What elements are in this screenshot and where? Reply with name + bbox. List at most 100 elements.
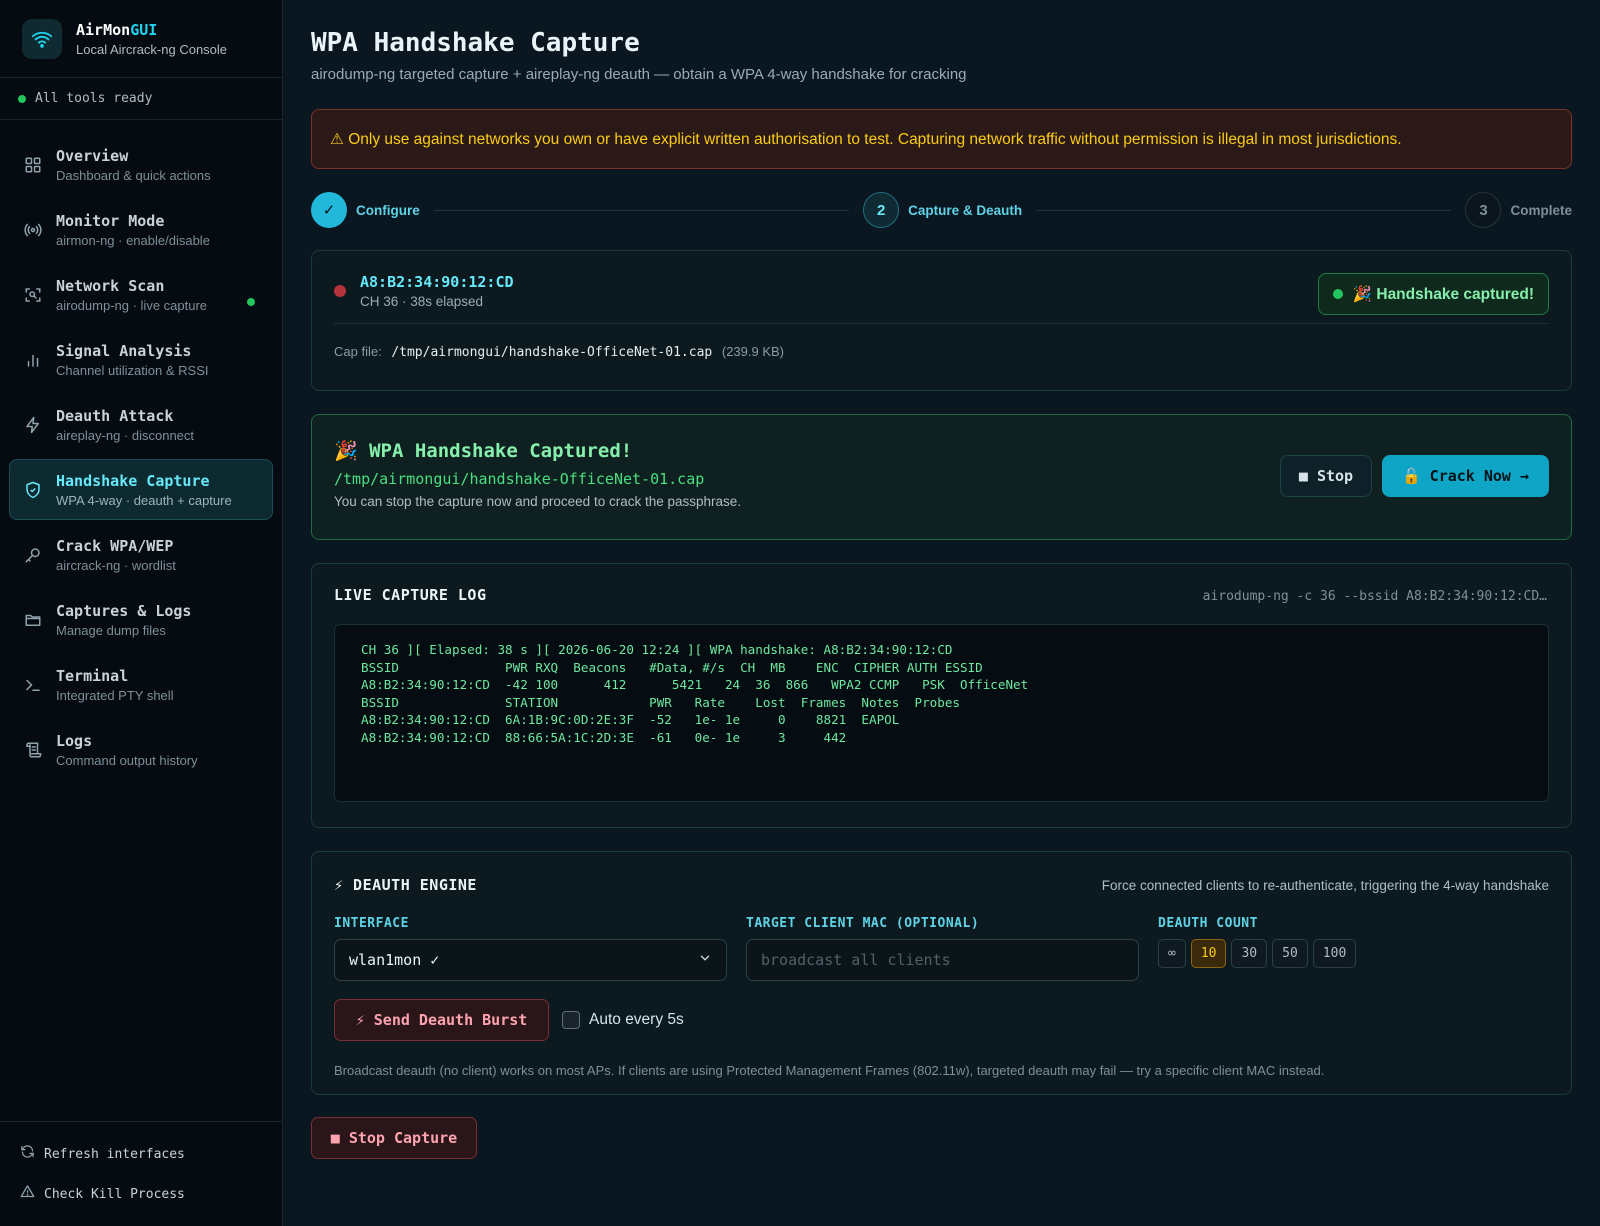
count-option-infinite[interactable]: ∞ — [1158, 939, 1186, 968]
sidebar-item-sub: Integrated PTY shell — [56, 687, 174, 703]
count-option-30[interactable]: 30 — [1231, 939, 1268, 968]
status-dot — [1332, 289, 1343, 299]
deauth-count-label: DEAUTH COUNT — [1158, 916, 1258, 931]
sidebar-item-sub: aireplay-ng · disconnect — [56, 427, 195, 443]
target-meta: CH 36 · 38s elapsed — [360, 294, 484, 309]
step-number: 3 — [1465, 192, 1502, 228]
deauth-footnote: Broadcast deauth (no client) works on mo… — [334, 1063, 1325, 1078]
live-capture-log: LIVE CAPTURE LOG airodump-ng -c 36 --bss… — [311, 563, 1572, 828]
sidebar-item-label: Signal Analysis — [56, 341, 192, 360]
sidebar-item-handshake-capture[interactable]: Handshake Capture WPA 4-way · deauth + ca… — [9, 459, 273, 520]
step-label: Complete — [1510, 202, 1572, 218]
sidebar-item-overview[interactable]: Overview Dashboard & quick actions — [9, 134, 273, 195]
sidebar-item-crack[interactable]: Crack WPA/WEP aircrack-ng · wordlist — [9, 524, 273, 585]
check-kill-button[interactable]: Check Kill Process — [20, 1174, 263, 1214]
refresh-interfaces-button[interactable]: Refresh interfaces — [20, 1134, 263, 1174]
step-connector — [1036, 209, 1452, 211]
sidebar-item-terminal[interactable]: Terminal Integrated PTY shell — [9, 654, 273, 715]
target-bssid: A8:B2:34:90:12:CD — [360, 273, 514, 291]
sidebar-item-sub: airodump-ng · live capture — [56, 297, 208, 313]
client-mac-field: TARGET CLIENT MAC (OPTIONAL) — [746, 916, 1139, 981]
sidebar-item-label: Deauth Attack — [56, 406, 174, 425]
log-line: A8:B2:34:90:12:CD -42 100 412 5421 24 36… — [361, 677, 1029, 692]
scan-icon — [24, 286, 42, 304]
deauth-count-options: ∞ 10 30 50 100 — [1158, 939, 1361, 968]
check-kill-label: Check Kill Process — [44, 1186, 185, 1202]
live-indicator — [247, 298, 255, 306]
sidebar-item-sub: Manage dump files — [56, 622, 166, 638]
count-option-10[interactable]: 10 — [1190, 939, 1227, 968]
count-option-50[interactable]: 50 — [1272, 939, 1308, 968]
key-icon — [24, 546, 42, 564]
sidebar-item-monitor-mode[interactable]: Monitor Mode airmon-ng · enable/disable — [9, 199, 273, 260]
app-title: AirMonGUI — [76, 20, 158, 39]
interface-field: INTERFACE wlan1mon ✓ — [334, 916, 727, 981]
client-mac-label: TARGET CLIENT MAC (OPTIONAL) — [746, 916, 980, 931]
brand: AirMonGUI Local Aircrack-ng Console — [0, 0, 282, 78]
sidebar-item-network-scan[interactable]: Network Scan airodump-ng · live capture — [9, 264, 273, 325]
sidebar-footer: Refresh interfaces Check Kill Process — [0, 1121, 283, 1226]
auto-deauth-checkbox[interactable] — [562, 1011, 580, 1029]
sidebar-item-label: Terminal — [56, 666, 129, 685]
sidebar-item-label: Crack WPA/WEP — [56, 536, 174, 555]
sidebar-item-sub: Dashboard & quick actions — [56, 167, 211, 183]
interface-value: wlan1mon ✓ — [349, 951, 440, 969]
sidebar-item-sub: airmon-ng · enable/disable — [56, 232, 210, 248]
sidebar-item-deauth-attack[interactable]: Deauth Attack aireplay-ng · disconnect — [9, 394, 273, 455]
stop-button[interactable]: ■ Stop — [1280, 455, 1372, 497]
sidebar-item-label: Handshake Capture — [56, 471, 210, 490]
count-option-100[interactable]: 100 — [1312, 939, 1357, 968]
sidebar-item-sub: Command output history — [56, 752, 198, 768]
target-card: A8:B2:34:90:12:CD CH 36 · 38s elapsed 🎉 … — [311, 250, 1572, 391]
warning-icon — [20, 1184, 35, 1204]
terminal-icon — [24, 676, 42, 694]
step-connector — [433, 209, 850, 211]
main-content: WPA Handshake Capture airodump-ng target… — [283, 0, 1600, 1226]
handshake-status-text: 🎉 Handshake captured! — [1352, 285, 1534, 303]
sidebar-item-logs[interactable]: Logs Command output history — [9, 719, 273, 780]
cap-file-path: /tmp/airmongui/handshake-OfficeNet-01.ca… — [391, 345, 713, 360]
grid-icon — [24, 156, 42, 174]
lightning-icon — [24, 416, 42, 434]
handshake-status-badge: 🎉 Handshake captured! — [1317, 273, 1549, 315]
page-title: WPA Handshake Capture — [311, 28, 640, 58]
refresh-interfaces-label: Refresh interfaces — [44, 1146, 185, 1162]
sidebar-item-sub: WPA 4-way · deauth + capture — [56, 492, 232, 508]
step-label: Capture & Deauth — [908, 202, 1023, 218]
antenna-icon — [24, 221, 42, 239]
wifi-icon — [22, 18, 62, 59]
stepper: ✓ Configure 2 Capture & Deauth 3 Complet… — [311, 191, 1572, 229]
client-mac-input[interactable] — [746, 939, 1139, 981]
cap-file-size: (239.9 KB) — [721, 344, 785, 359]
sidebar-item-captures-logs[interactable]: Captures & Logs Manage dump files — [9, 589, 273, 650]
sidebar-item-label: Network Scan — [56, 276, 165, 295]
deauth-hint: Force connected clients to re-authentica… — [1101, 878, 1549, 893]
log-output: CH 36 ][ Elapsed: 38 s ][ 2026-06-20 12:… — [334, 624, 1549, 802]
sidebar-item-signal-analysis[interactable]: Signal Analysis Channel utilization & RSS… — [9, 329, 273, 390]
interface-select[interactable]: wlan1mon ✓ — [334, 939, 727, 981]
crack-now-button[interactable]: 🔓 Crack Now → — [1382, 455, 1549, 497]
sidebar-item-label: Logs — [56, 731, 93, 750]
tools-status: All tools ready — [0, 78, 282, 120]
refresh-icon — [20, 1144, 35, 1164]
cap-file-info: Cap file: /tmp/airmongui/handshake-Offic… — [334, 344, 1549, 360]
sidebar: AirMonGUI Local Aircrack-ng Console All … — [0, 0, 283, 1226]
sidebar-item-label: Monitor Mode — [56, 211, 165, 230]
step-number: 2 — [863, 192, 900, 228]
interface-label: INTERFACE — [334, 916, 409, 931]
deauth-count-field: DEAUTH COUNT ∞ 10 30 50 100 — [1158, 916, 1361, 981]
send-deauth-burst-button[interactable]: ⚡ Send Deauth Burst — [334, 999, 549, 1041]
step-configure: ✓ Configure — [311, 192, 420, 228]
step-capture-deauth: 2 Capture & Deauth — [863, 192, 1022, 228]
deauth-engine: ⚡ DEAUTH ENGINE Force connected clients … — [311, 851, 1572, 1095]
check-icon: ✓ — [311, 192, 347, 228]
log-command: airodump-ng -c 36 --bssid A8:B2:34:90:12… — [1202, 589, 1547, 604]
sidebar-item-label: Overview — [56, 146, 129, 165]
stop-capture-button[interactable]: ■ Stop Capture — [311, 1117, 477, 1159]
handshake-success-card: 🎉 WPA Handshake Captured! /tmp/airmongui… — [311, 414, 1572, 540]
bar-chart-icon — [24, 351, 42, 369]
legal-warning-banner: ⚠ Only use against networks you own or h… — [311, 109, 1572, 169]
shield-icon — [24, 481, 42, 499]
status-dot — [18, 94, 26, 103]
scroll-icon — [24, 741, 42, 759]
